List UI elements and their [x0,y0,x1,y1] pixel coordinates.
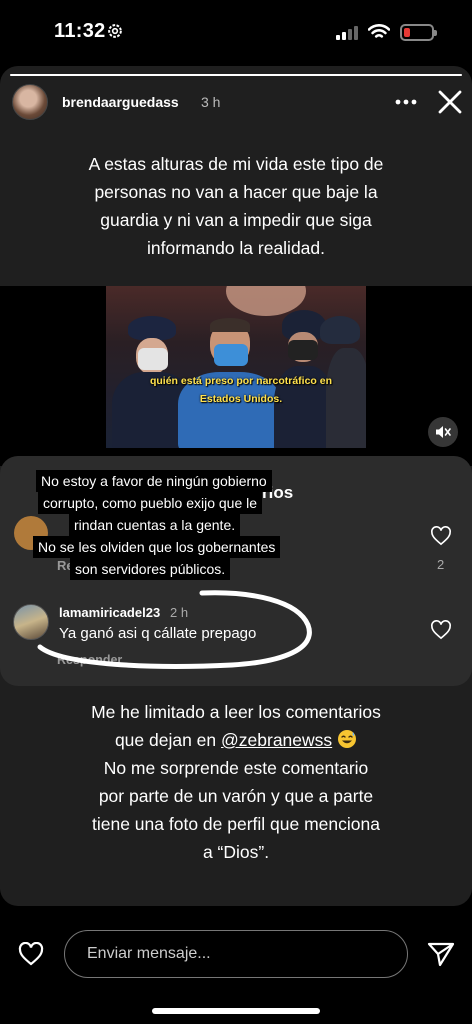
more-horizontal-icon [395,99,417,105]
heart-icon [431,526,451,546]
signal-bar [348,29,352,40]
caption-line: Me he limitado a leer los comentarios [91,702,381,722]
caption-line: tiene una foto de perfil que menciona [92,814,380,834]
sweat-smile-emoji-icon [338,730,357,748]
image-caption: quién está preso por narcotráfico en Est… [136,372,346,408]
signal-bar [354,26,358,40]
overlay-line: son servidores públicos. [70,558,231,580]
avatar[interactable] [12,84,48,120]
overlay-line: No se les olviden que los gobernantes [33,536,281,558]
more-options-button[interactable] [394,88,418,116]
status-bar: 11:32 [0,0,472,62]
caption-line: informando la realidad. [146,238,326,258]
caption-line: No me sorprende este comentario [103,758,369,778]
drawn-circle-annotation [37,590,312,669]
story-caption-bottom: Me he limitado a leer los comentarios qu… [40,698,432,866]
story-header: brendaarguedass 3 h [0,82,472,124]
like-count: 2 [437,557,445,572]
shared-post-area[interactable]: quién está preso por narcotráfico en Est… [0,286,472,466]
story-progress-bar [10,74,462,76]
cellular-signal-icon [336,24,358,40]
image-caption-line: quién está preso por narcotráfico en [149,375,333,387]
story-username[interactable]: brendaarguedass [62,94,179,110]
caption-text: que dejan en [114,730,222,750]
send-paper-plane-icon[interactable] [427,941,455,967]
caption-line: que dejan en @zebranewss [40,726,432,754]
send-message-input[interactable] [64,930,408,978]
overlay-line: No estoy a favor de ningún gobierno [36,470,272,492]
like-heart-icon[interactable] [18,942,44,966]
caption-line: guardia y ni van a impedir que siga [100,210,372,230]
speaker-muted-icon [436,426,451,438]
home-indicator[interactable] [152,1008,320,1014]
caption-line: a “Dios”. [202,842,270,862]
heart-icon [431,620,451,640]
story-time-ago: 3 h [201,94,221,110]
close-icon[interactable] [436,88,464,116]
overlay-line: corrupto, como pueblo exijo que le [38,492,263,514]
mention-link[interactable]: @zebranewss [221,730,332,750]
wifi-icon [368,24,390,38]
status-indicators [336,22,437,42]
caption-line: personas no van a hacer que baje la [94,182,378,202]
focus-gear-icon [108,24,122,38]
image-caption-line: Estados Unidos. [199,393,283,405]
status-time: 11:32 [54,20,106,42]
caption-line: A estas alturas de mi vida este tipo de [88,154,384,174]
story-caption-top: A estas alturas de mi vida este tipo de … [40,150,432,262]
overlay-line: rindan cuentas a la gente. [69,514,241,536]
caption-line: por parte de un varón y que a parte [98,786,374,806]
text-overlay-sticker: No estoy a favor de ningún gobierno corr… [33,470,281,580]
battery-level [404,27,410,37]
story-reply-bar [0,920,472,990]
signal-bar [336,35,340,40]
story-progress-fill [10,74,462,76]
battery-icon [400,23,437,41]
mute-button[interactable] [428,417,458,447]
signal-bar [342,32,346,40]
shared-post-image[interactable]: quién está preso por narcotráfico en Est… [106,286,366,448]
